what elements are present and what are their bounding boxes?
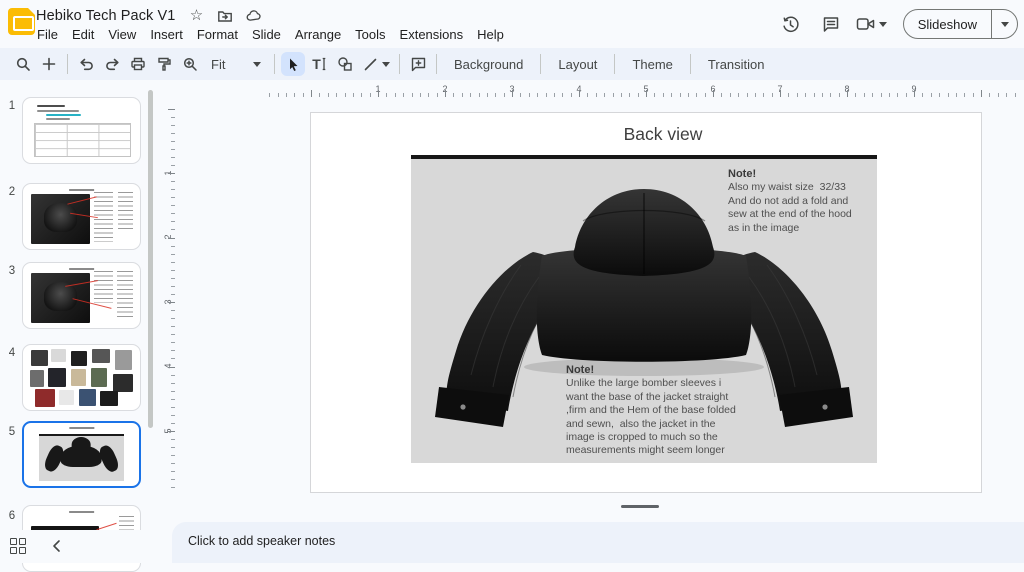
slide-5-number: 5 <box>6 426 18 438</box>
zoom-select[interactable]: Fit <box>205 52 267 76</box>
text-box-icon[interactable]: T <box>307 52 331 76</box>
add-icon[interactable] <box>37 52 61 76</box>
slide-title[interactable]: Back view <box>311 124 981 145</box>
redo-icon[interactable] <box>100 52 124 76</box>
menu-insert[interactable]: Insert <box>143 25 190 44</box>
slide-1-thumbnail[interactable] <box>22 97 141 164</box>
menu-bar: File Edit View Insert Format Slide Arran… <box>30 25 511 44</box>
background-button[interactable]: Background <box>442 52 535 76</box>
shape-icon[interactable] <box>333 52 357 76</box>
notes-resize-handle[interactable] <box>621 505 659 508</box>
cloud-saved-icon[interactable] <box>246 8 262 24</box>
menu-tools[interactable]: Tools <box>348 25 392 44</box>
note-top-heading: Note! <box>728 168 876 181</box>
menu-view[interactable]: View <box>101 25 143 44</box>
search-icon[interactable] <box>11 52 35 76</box>
speaker-notes-panel[interactable]: Click to add speaker notes <box>172 522 1024 563</box>
document-title[interactable]: Hebiko Tech Pack V1 <box>36 8 175 24</box>
meet-camera-icon[interactable] <box>856 16 887 32</box>
slide-1-number: 1 <box>6 100 18 112</box>
undo-icon[interactable] <box>74 52 98 76</box>
slide-2-thumbnail[interactable] <box>22 183 141 250</box>
star-icon[interactable]: ☆ <box>188 8 204 24</box>
move-folder-icon[interactable] <box>217 8 233 24</box>
slide-6-number: 6 <box>6 510 18 522</box>
speaker-notes-placeholder[interactable]: Click to add speaker notes <box>188 534 335 548</box>
comments-icon[interactable] <box>816 9 846 39</box>
ruler-vertical: 1 2 3 4 5 <box>162 100 176 492</box>
paint-format-icon[interactable] <box>152 52 176 76</box>
add-comment-icon[interactable] <box>406 52 430 76</box>
filmstrip-bottom-bar <box>0 530 170 563</box>
note-bottom-heading: Note! <box>566 364 744 377</box>
ruler-horizontal: 1 2 3 4 5 6 7 8 9 <box>160 84 1024 98</box>
collapse-filmstrip-icon[interactable] <box>48 538 64 554</box>
note-bottom[interactable]: Note! Unlike the large bomber sleeves i … <box>566 364 744 458</box>
menu-format[interactable]: Format <box>190 25 245 44</box>
version-history-icon[interactable] <box>776 9 806 39</box>
camera-caret-icon[interactable] <box>879 22 887 27</box>
menu-slide[interactable]: Slide <box>245 25 288 44</box>
menu-help[interactable]: Help <box>470 25 511 44</box>
select-cursor-icon[interactable] <box>281 52 305 76</box>
slide-4-number: 4 <box>6 347 18 359</box>
slide-4-thumbnail[interactable] <box>22 344 141 411</box>
toolbar: Fit T Background Layout Theme Trans <box>0 48 1024 80</box>
zoom-value: Fit <box>211 57 225 72</box>
menu-edit[interactable]: Edit <box>65 25 101 44</box>
zoom-in-icon[interactable] <box>178 52 202 76</box>
menu-extensions[interactable]: Extensions <box>393 25 471 44</box>
filmstrip-scrollbar[interactable] <box>148 90 153 428</box>
slide-3-number: 3 <box>6 265 18 277</box>
note-top[interactable]: Note! Also my waist size 32/33 And do no… <box>728 168 876 235</box>
menu-file[interactable]: File <box>30 25 65 44</box>
image-top-border <box>411 155 877 159</box>
jacket-back-image[interactable]: Note! Also my waist size 32/33 And do no… <box>411 155 877 463</box>
print-icon[interactable] <box>126 52 150 76</box>
grid-view-icon[interactable] <box>10 538 26 554</box>
theme-button[interactable]: Theme <box>620 52 684 76</box>
zoom-caret-icon <box>253 62 261 67</box>
line-caret-icon <box>382 62 390 67</box>
slideshow-button[interactable]: Slideshow <box>904 10 991 38</box>
transition-button[interactable]: Transition <box>696 52 777 76</box>
slideshow-caret-button[interactable] <box>991 10 1017 38</box>
menu-arrange[interactable]: Arrange <box>288 25 348 44</box>
slide-5-thumbnail-selected[interactable] <box>22 421 141 488</box>
line-icon[interactable] <box>359 52 393 76</box>
top-bar: Hebiko Tech Pack V1 ☆ File Edit View Ins… <box>0 0 1024 48</box>
slide-canvas[interactable]: Back view <box>311 113 981 492</box>
slide-2-number: 2 <box>6 186 18 198</box>
slide-3-thumbnail[interactable] <box>22 262 141 329</box>
layout-button[interactable]: Layout <box>546 52 609 76</box>
slideshow-button-group: Slideshow <box>903 9 1018 39</box>
